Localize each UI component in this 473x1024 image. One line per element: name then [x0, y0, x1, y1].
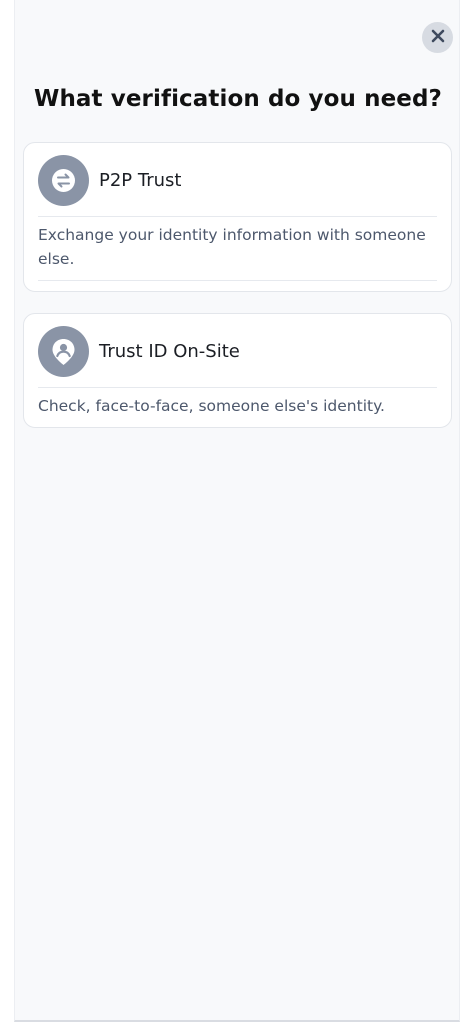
divider [38, 387, 437, 388]
page-title: What verification do you need? [33, 86, 442, 112]
verification-sheet: What verification do you need? P2P Trust… [14, 0, 460, 1022]
option-title: Trust ID On-Site [99, 340, 240, 362]
divider [38, 280, 437, 281]
option-description: Check, face-to-face, someone else's iden… [38, 397, 385, 415]
close-icon [431, 28, 445, 47]
divider [38, 216, 437, 217]
option-card-p2p-trust[interactable]: P2P Trust Exchange your identity informa… [23, 142, 452, 292]
option-title: P2P Trust [99, 169, 182, 191]
option-card-header: P2P Trust [38, 153, 437, 207]
option-card-trust-id-on-site[interactable]: Trust ID On-Site Check, face-to-face, so… [23, 313, 452, 428]
option-description: Exchange your identity information with … [38, 226, 426, 268]
location-person-icon [38, 325, 89, 377]
exchange-arrows-icon [38, 154, 89, 206]
close-button[interactable] [422, 22, 453, 53]
option-card-header: Trust ID On-Site [38, 324, 437, 378]
